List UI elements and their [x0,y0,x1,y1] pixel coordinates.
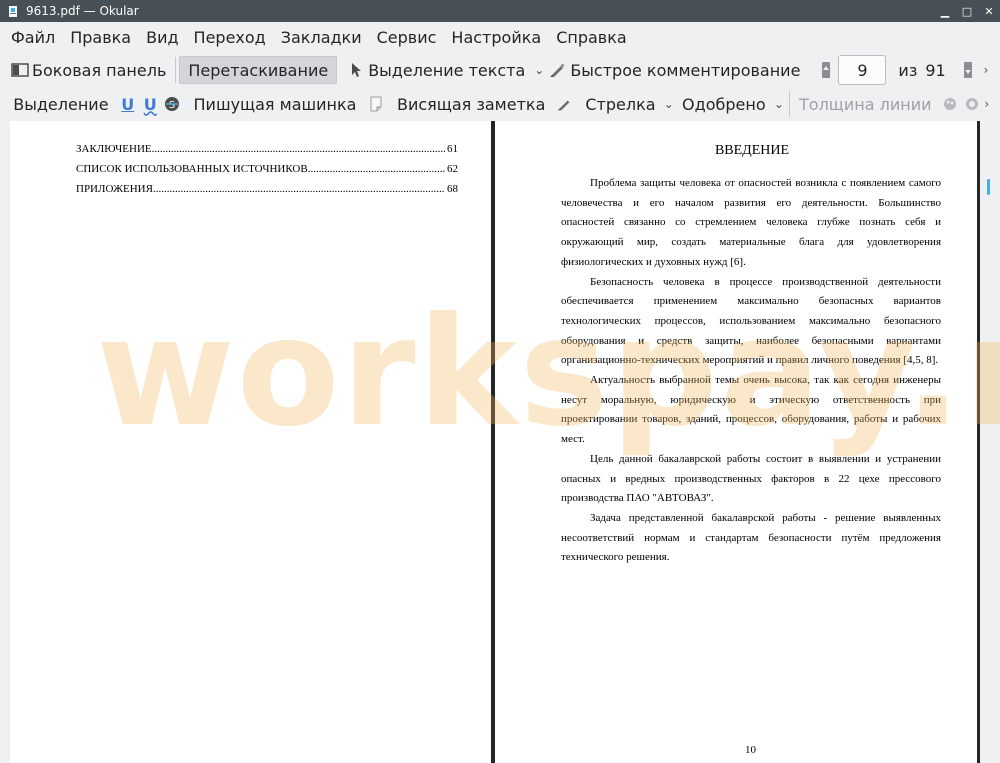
paragraph: Актуальность выбранной темы очень высока… [561,374,941,446]
underline-icon[interactable]: U [121,94,135,114]
toc-leader-dots [152,143,445,155]
quick-annotation-label: Быстрое комментирование [570,60,801,80]
section-heading: ВВЕДЕНИЕ [714,143,790,158]
squiggly-underline-icon[interactable]: U [143,94,157,114]
page-number-input[interactable]: 9 [838,55,887,85]
close-icon[interactable]: ✕ [978,0,1000,22]
toolbar2-overflow-icon[interactable]: › [980,94,994,114]
sidebar-icon [11,61,29,79]
color-picker-icon[interactable] [942,94,958,114]
document-viewport[interactable]: ЗАКЛЮЧЕНИЕ 61 СПИСОК ИСПОЛЬЗОВАННЫХ ИСТО… [0,121,1000,763]
next-page-icon[interactable] [960,60,976,80]
menu-tools[interactable]: Сервис [370,24,445,51]
menu-go[interactable]: Переход [187,24,274,51]
scrollbar-thumb[interactable] [987,179,990,195]
line-width-label: Толщина линии [799,94,932,114]
toc-entry-page: 68 [447,183,458,195]
window-title: 9613.pdf — Okular [26,4,139,18]
table-of-contents: ЗАКЛЮЧЕНИЕ 61 СПИСОК ИСПОЛЬЗОВАННЫХ ИСТО… [76,143,458,203]
browse-tool-button[interactable]: Перетаскивание [179,56,338,84]
toc-leader-dots [153,183,445,195]
cursor-icon [347,61,365,79]
arrow-tool-button[interactable]: Стрелка [579,90,661,118]
menu-settings[interactable]: Настройка [444,24,549,51]
browse-tool-label: Перетаскивание [188,60,329,80]
menu-bookmarks[interactable]: Закладки [274,24,370,51]
stamp-tool-button[interactable]: Одобрено [676,90,772,118]
toc-entry: ПРИЛОЖЕНИЯ 68 [76,183,458,203]
text-select-label: Выделение текста [368,60,526,80]
section-body: Проблема защиты человека от опасностей в… [561,174,941,568]
sidebar-button[interactable]: Боковая панель [8,56,172,84]
paragraph: Проблема защиты человека от опасностей в… [561,177,941,268]
pdf-page-left: ЗАКЛЮЧЕНИЕ 61 СПИСОК ИСПОЛЬЗОВАННЫХ ИСТО… [10,121,491,763]
annotation-pen-icon [549,61,567,79]
annotation-toolbar: Выделение U U S Пишущая машинка Висящая … [0,87,1000,121]
okular-app-icon [6,4,20,18]
paragraph: Цель данной бакалаврской работы состоит … [561,452,941,505]
freehand-line-icon[interactable] [557,94,573,114]
pdf-page-right: ВВЕДЕНИЕ Проблема защиты человека от опа… [495,121,977,763]
menu-bar: Файл Правка Вид Переход Закладки Сервис … [0,22,1000,52]
svg-text:S: S [168,100,174,111]
menu-help[interactable]: Справка [549,24,635,51]
sticky-note-tool-button[interactable]: Висящая заметка [391,90,551,118]
toc-entry-title: ПРИЛОЖЕНИЯ [76,183,153,195]
vertical-scrollbar[interactable] [980,121,1000,763]
maximize-icon[interactable]: □ [956,0,978,22]
sidebar-label: Боковая панель [32,60,167,80]
toc-leader-dots [308,163,445,175]
page-total-label: 91 [925,60,946,80]
toc-entry-page: 61 [447,143,458,155]
main-toolbar: Боковая панель Перетаскивание Выделение … [0,53,1000,87]
text-select-tool-button[interactable]: Выделение текста [345,56,531,84]
toc-entry: СПИСОК ИСПОЛЬЗОВАННЫХ ИСТОЧНИКОВ 62 [76,163,458,183]
arrow-dropdown-icon[interactable]: ⌄ [662,94,676,114]
arrow-label: Стрелка [585,94,656,114]
highlight-label: Выделение [13,94,109,114]
stamp-label: Одобрено [682,94,766,114]
sticky-note-label: Висящая заметка [396,94,546,114]
highlight-tool-button[interactable]: Выделение [7,90,114,118]
minimize-icon[interactable]: ▁ [934,0,956,22]
menu-edit[interactable]: Правка [63,24,139,51]
toc-entry-title: ЗАКЛЮЧЕНИЕ [76,143,152,155]
quick-annotation-button[interactable]: Быстрое комментирование [547,56,806,84]
menu-view[interactable]: Вид [139,24,186,51]
paragraph: Задача представленной бакалаврской работ… [561,511,941,564]
toc-entry: ЗАКЛЮЧЕНИЕ 61 [76,143,458,163]
sticky-note-icon[interactable] [368,94,382,114]
stamp-dropdown-icon[interactable]: ⌄ [772,94,786,114]
page-of-label: из [898,60,918,80]
opacity-icon[interactable] [964,94,980,114]
toolbar-separator [175,57,177,83]
line-width-button[interactable]: Толщина линии [793,90,938,118]
typewriter-tool-button[interactable]: Пишущая машинка [188,90,363,118]
chevron-down-icon[interactable]: ⌄ [531,60,547,80]
toc-entry-page: 62 [447,163,458,175]
previous-page-icon[interactable] [818,60,834,80]
title-bar: 9613.pdf — Okular ▁ □ ✕ [0,0,1000,22]
toolbar-separator [789,91,790,117]
paragraph: Безопасность человека в процессе произво… [561,275,941,367]
typewriter-label: Пишущая машинка [193,94,357,114]
page-number: 10 [745,744,756,756]
toolbar-overflow-icon[interactable]: › [978,60,994,80]
strikeout-icon[interactable]: S [164,94,180,114]
toc-entry-title: СПИСОК ИСПОЛЬЗОВАННЫХ ИСТОЧНИКОВ [76,163,308,175]
menu-file[interactable]: Файл [4,24,63,51]
